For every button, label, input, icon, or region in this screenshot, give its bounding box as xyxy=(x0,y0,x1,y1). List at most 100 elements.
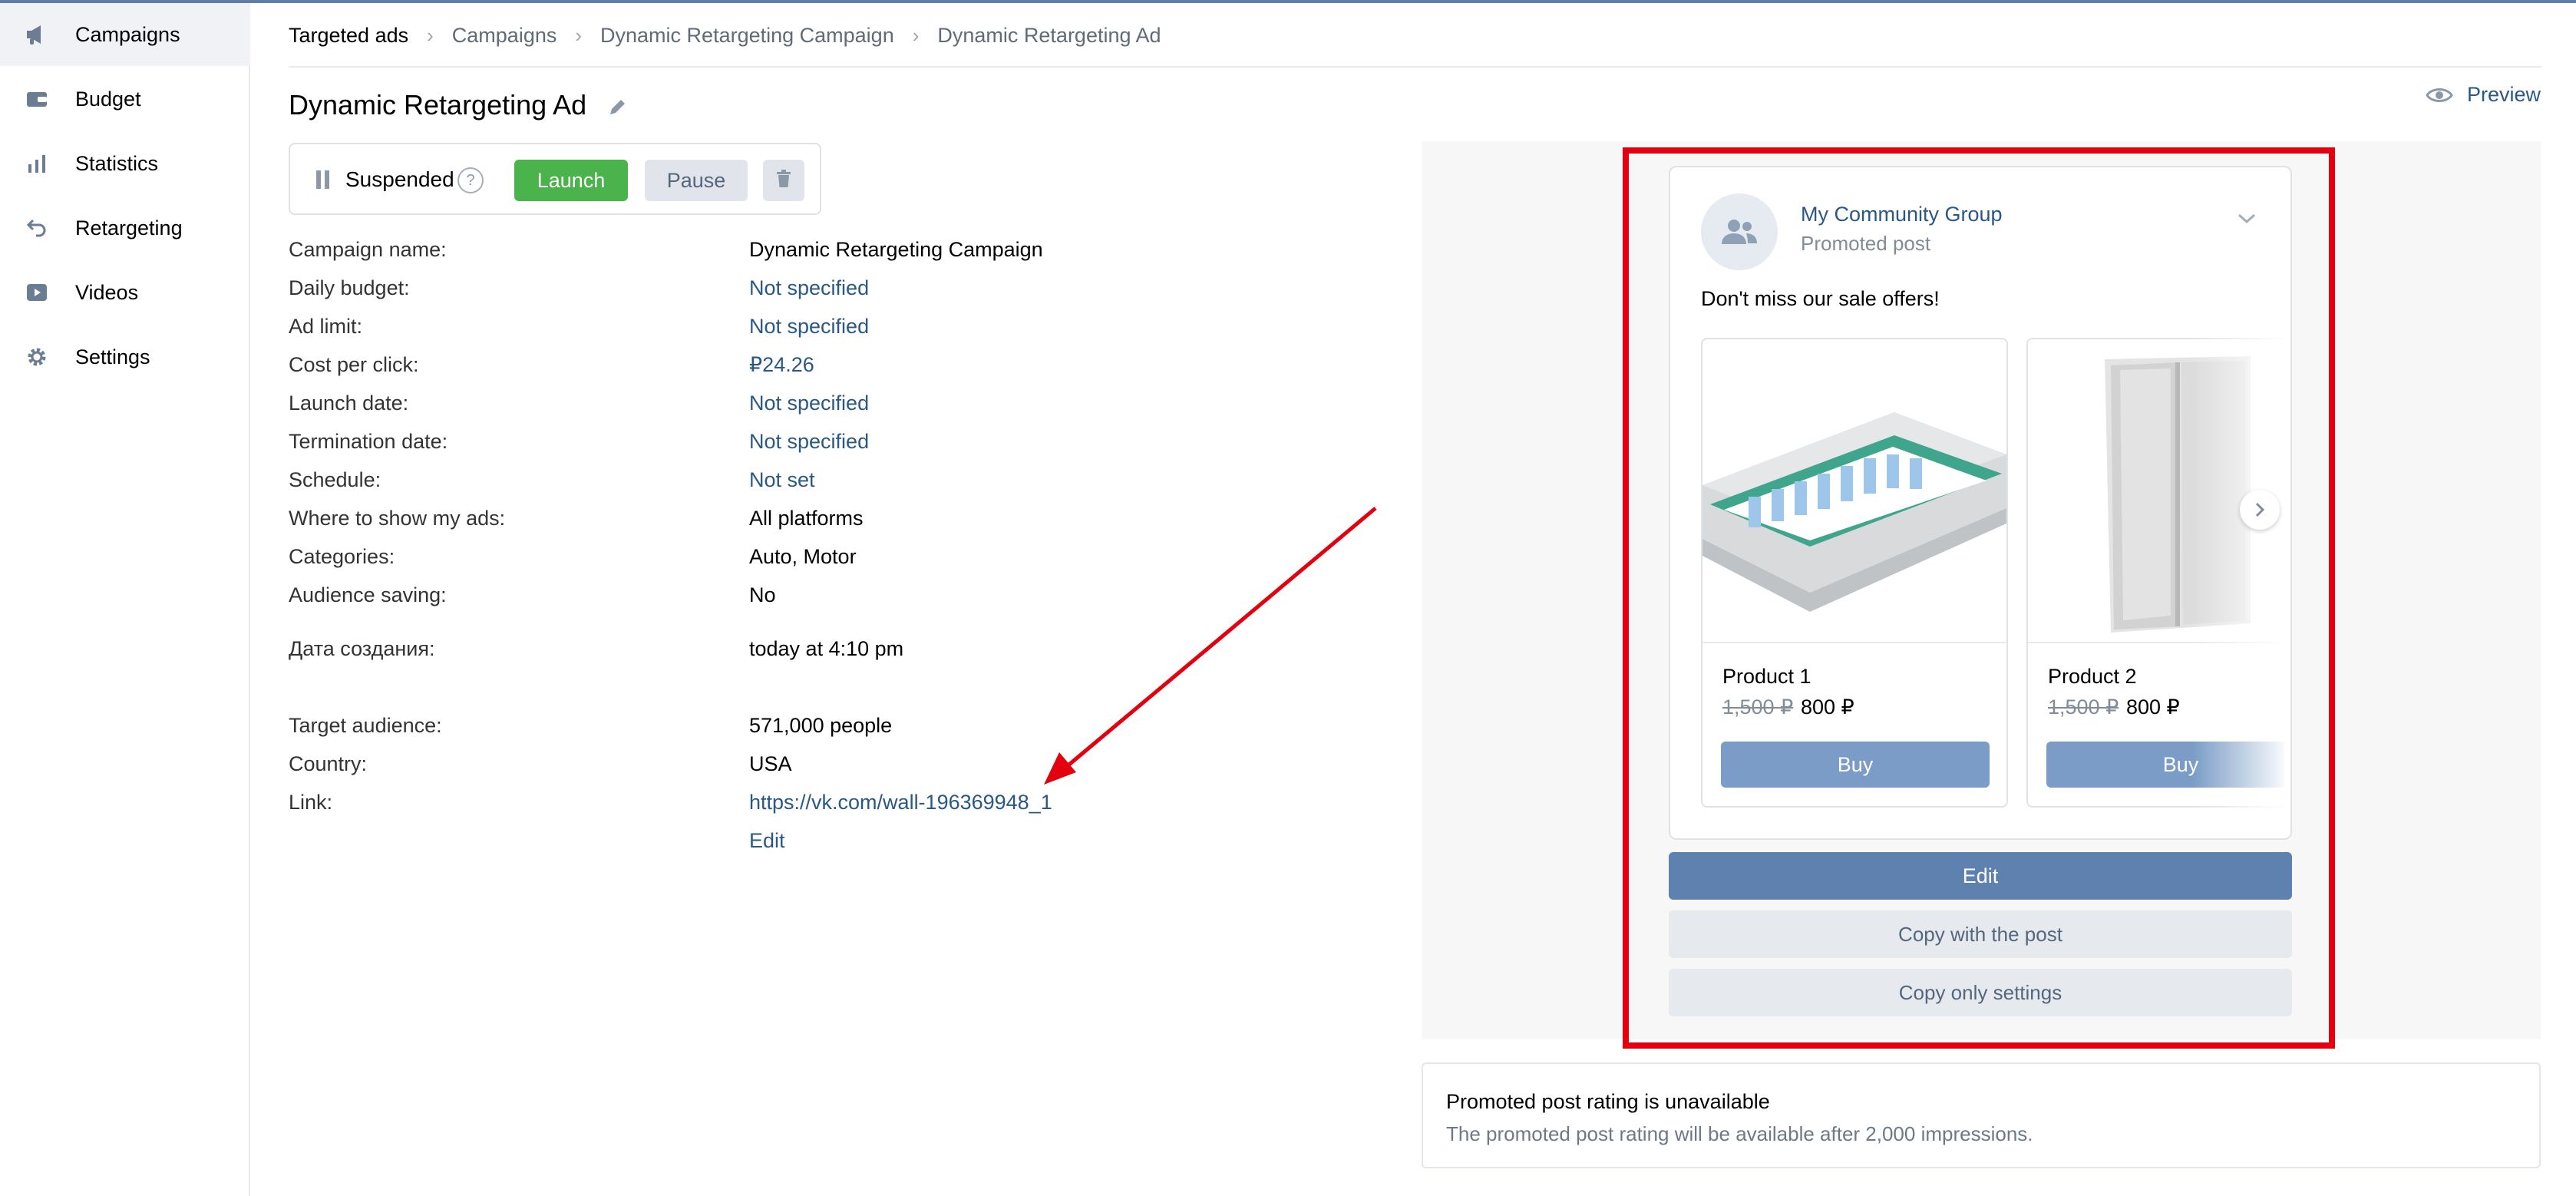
detail-key: Target audience: xyxy=(289,714,442,737)
detail-key: Schedule: xyxy=(289,468,381,491)
rating-description: The promoted post rating will be availab… xyxy=(1446,1122,2033,1145)
detail-row: Termination date: Not specified xyxy=(289,430,1133,458)
pause-button[interactable]: Pause xyxy=(645,160,748,201)
product-card[interactable]: Product 1 1,500 ₽ 800 ₽ Buy xyxy=(1701,338,2008,808)
detail-row: Audience saving: No xyxy=(289,583,1133,611)
detail-value: today at 4:10 pm xyxy=(749,637,904,660)
detail-value-link[interactable]: Not specified xyxy=(749,276,869,300)
detail-key: Categories: xyxy=(289,545,395,568)
sidebar-item-campaigns[interactable]: Campaigns xyxy=(0,3,250,66)
top-accent-line xyxy=(0,0,2576,3)
chevron-right-icon: › xyxy=(575,23,583,47)
detail-value: Auto, Motor xyxy=(749,545,857,568)
detail-value: USA xyxy=(749,752,792,775)
breadcrumb-targeted-ads[interactable]: Targeted ads xyxy=(289,24,408,48)
copy-settings-button[interactable]: Copy only settings xyxy=(1669,969,2292,1016)
detail-key: Audience saving: xyxy=(289,583,447,606)
sidebar-item-label: Retargeting xyxy=(75,216,183,240)
pause-status-icon xyxy=(316,170,330,189)
product-price: 800 ₽ xyxy=(2126,695,2180,719)
preview-label: Preview xyxy=(2466,83,2541,106)
detail-value: Dynamic Retargeting Campaign xyxy=(749,238,1043,261)
detail-key: Launch date: xyxy=(289,392,409,415)
sidebar: Campaigns Budget Statistics Retargeting … xyxy=(0,3,250,1196)
mattress-image xyxy=(1702,339,2006,643)
detail-value-link[interactable]: Not specified xyxy=(749,430,869,454)
detail-value-link[interactable]: Not specified xyxy=(749,315,869,339)
detail-row: Target audience: 571,000 people xyxy=(289,714,1133,742)
detail-row: Where to show my ads: All platforms xyxy=(289,507,1133,534)
annotation-arrow xyxy=(1044,507,1377,785)
detail-key: Daily budget: xyxy=(289,276,410,299)
sidebar-item-videos[interactable]: Videos xyxy=(0,261,250,324)
video-play-icon xyxy=(25,280,49,305)
product-price: 800 ₽ xyxy=(1801,695,1854,719)
group-avatar[interactable] xyxy=(1701,193,1778,270)
sidebar-item-label: Videos xyxy=(75,280,139,304)
megaphone-icon xyxy=(25,22,49,47)
wallet-icon xyxy=(25,87,49,111)
detail-key: Ad limit: xyxy=(289,315,363,338)
status-label: Suspended xyxy=(345,167,454,191)
sidebar-item-budget[interactable]: Budget xyxy=(0,68,250,131)
launch-button[interactable]: Launch xyxy=(514,160,628,201)
detail-row: Ad limit: Not specified xyxy=(289,315,1133,342)
people-icon xyxy=(1722,220,1757,244)
chevron-down-icon[interactable] xyxy=(2235,207,2258,230)
wardrobe-image xyxy=(2028,339,2284,643)
buy-button[interactable]: Buy xyxy=(1721,742,1990,788)
retargeting-arrow-icon xyxy=(25,216,49,240)
detail-row: Edit xyxy=(289,829,1133,857)
breadcrumb-ad[interactable]: Dynamic Retargeting Ad xyxy=(937,24,1161,48)
bar-chart-icon xyxy=(25,151,49,176)
detail-value-link[interactable]: Not set xyxy=(749,468,815,492)
preview-link[interactable]: Preview xyxy=(2426,83,2541,107)
detail-row: Cost per click: ₽24.26 xyxy=(289,353,1133,381)
group-name-link[interactable]: My Community Group xyxy=(1801,203,2003,226)
chevron-right-icon: › xyxy=(912,23,920,47)
status-box: Suspended ? Launch Pause xyxy=(289,143,821,215)
eye-icon xyxy=(2426,86,2453,104)
detail-key: Termination date: xyxy=(289,430,448,453)
detail-value-link[interactable]: ₽24.26 xyxy=(749,353,814,377)
detail-row: Categories: Auto, Motor xyxy=(289,545,1133,573)
detail-row: Daily budget: Not specified xyxy=(289,276,1133,304)
sidebar-item-label: Campaigns xyxy=(75,22,180,46)
copy-with-post-button[interactable]: Copy with the post xyxy=(1669,910,2292,958)
product-name: Product 2 xyxy=(2048,665,2137,688)
help-icon[interactable]: ? xyxy=(457,167,484,193)
sidebar-item-settings[interactable]: Settings xyxy=(0,325,250,388)
edit-details-link[interactable]: Edit xyxy=(749,829,785,853)
sidebar-item-label: Settings xyxy=(75,345,150,368)
sidebar-item-label: Budget xyxy=(75,87,141,111)
gear-icon xyxy=(25,345,49,369)
detail-row: Дата создания: today at 4:10 pm xyxy=(289,637,1133,665)
sidebar-item-retargeting[interactable]: Retargeting xyxy=(0,197,250,259)
delete-button[interactable] xyxy=(763,160,804,201)
sidebar-item-statistics[interactable]: Statistics xyxy=(0,132,250,195)
detail-key: Cost per click: xyxy=(289,353,419,376)
detail-value-link[interactable]: Not specified xyxy=(749,392,869,415)
product-name: Product 1 xyxy=(1722,665,1811,688)
chevron-right-icon xyxy=(2255,502,2265,517)
detail-value: No xyxy=(749,583,776,606)
product-card[interactable]: Product 2 1,500 ₽ 800 ₽ Buy xyxy=(2026,338,2284,808)
detail-key: Дата создания: xyxy=(289,637,435,660)
sidebar-item-label: Statistics xyxy=(75,151,159,175)
pencil-icon[interactable] xyxy=(606,95,629,118)
detail-value: All platforms xyxy=(749,507,864,530)
edit-button[interactable]: Edit xyxy=(1669,852,2292,900)
post-text: Don't miss our sale offers! xyxy=(1701,287,1940,310)
header-divider xyxy=(289,66,2541,68)
chevron-right-icon: › xyxy=(427,23,434,47)
buy-button[interactable]: Buy xyxy=(2046,742,2284,788)
rating-title: Promoted post rating is unavailable xyxy=(1446,1090,1770,1113)
breadcrumb-campaigns[interactable]: Campaigns xyxy=(452,24,557,48)
detail-row: Schedule: Not set xyxy=(289,468,1133,496)
ad-link[interactable]: https://vk.com/wall-196369948_1 xyxy=(749,791,1052,814)
detail-key: Campaign name: xyxy=(289,238,447,261)
breadcrumb-campaign[interactable]: Dynamic Retargeting Campaign xyxy=(600,24,894,48)
product-old-price: 1,500 ₽ xyxy=(2048,695,2119,719)
detail-key: Where to show my ads: xyxy=(289,507,506,530)
carousel-next-button[interactable] xyxy=(2240,490,2280,530)
